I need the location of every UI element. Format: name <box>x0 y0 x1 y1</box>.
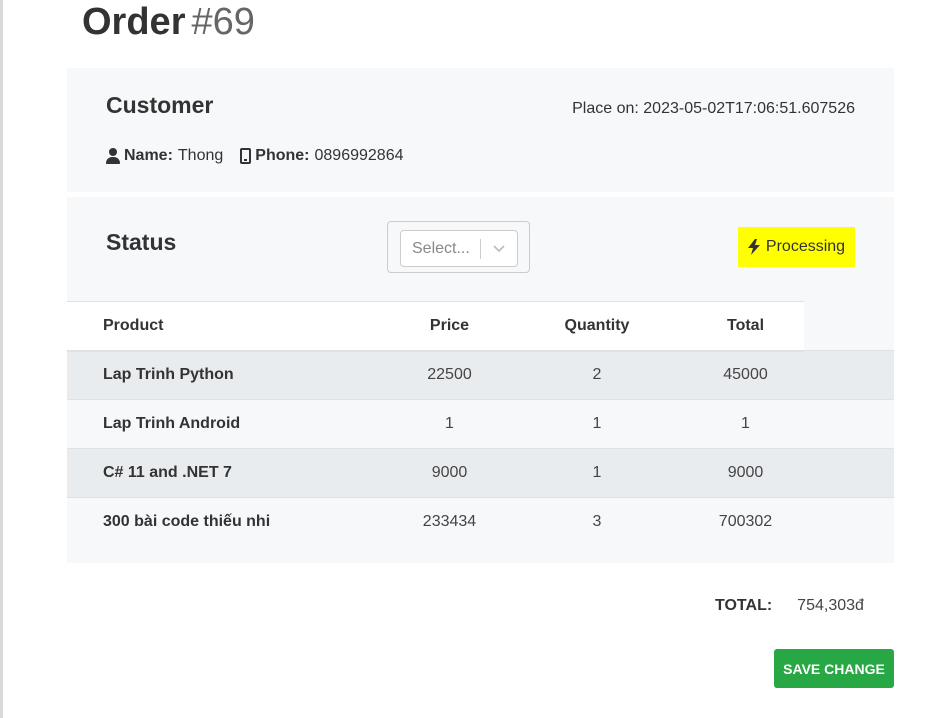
product-price: 233434 <box>392 497 507 547</box>
order-items-table: Product Price Quantity Total Lap Trinh P… <box>67 301 894 547</box>
customer-info: Name: Thong Phone: 0896992864 <box>106 147 403 165</box>
product-price: 9000 <box>392 448 507 498</box>
product-quantity: 1 <box>507 399 687 449</box>
column-header-quantity: Quantity <box>507 301 687 352</box>
bolt-icon <box>747 239 760 255</box>
page-title-text: Order <box>82 1 186 43</box>
user-icon <box>106 148 120 164</box>
product-total: 45000 <box>687 350 804 400</box>
customer-phone-value: 0896992864 <box>314 147 404 164</box>
customer-name-label: Name: <box>124 147 173 164</box>
product-name: Lap Trinh Android <box>67 399 392 449</box>
customer-phone-label: Phone: <box>255 147 310 164</box>
table-row: Lap Trinh Python 22500 2 45000 <box>67 350 894 400</box>
status-select[interactable]: Select... <box>400 230 518 267</box>
table-row: Lap Trinh Android 1 1 1 <box>67 399 894 449</box>
select-separator <box>480 239 481 259</box>
product-name: 300 bài code thiếu nhi <box>67 497 392 547</box>
column-header-total: Total <box>687 301 804 352</box>
mobile-phone-icon <box>240 148 252 164</box>
customer-name-value: Thong <box>177 147 224 164</box>
status-select-placeholder: Select... <box>412 239 470 257</box>
placed-on-date: Place on: 2023-05-02T17:06:51.607526 <box>572 100 855 117</box>
table-header-row: Product Price Quantity Total <box>67 301 894 352</box>
status-badge-label: Processing <box>765 238 846 255</box>
order-total-label: TOTAL: <box>715 597 773 614</box>
column-header-product: Product <box>67 301 392 352</box>
column-header-spacer <box>804 301 894 351</box>
status-badge: Processing <box>738 227 855 267</box>
order-total-value: 754,303đ <box>797 597 864 614</box>
product-quantity: 2 <box>507 350 687 400</box>
table-row: 300 bài code thiếu nhi 233434 3 700302 <box>67 497 894 547</box>
customer-heading: Customer <box>106 92 214 118</box>
product-quantity: 3 <box>507 497 687 547</box>
product-name: Lap Trinh Python <box>67 350 392 400</box>
status-card: Status Select... Processing Product Pric… <box>67 197 894 563</box>
product-total: 700302 <box>687 497 804 547</box>
product-total: 9000 <box>687 448 804 498</box>
customer-card: Customer Place on: 2023-05-02T17:06:51.6… <box>67 68 894 192</box>
status-heading: Status <box>106 229 177 255</box>
product-name: C# 11 and .NET 7 <box>67 448 392 498</box>
chevron-down-icon[interactable] <box>492 241 506 255</box>
product-total: 1 <box>687 399 804 449</box>
column-header-price: Price <box>392 301 507 352</box>
page-title: Order #69 <box>82 0 255 44</box>
window-left-border <box>0 0 3 718</box>
table-row: C# 11 and .NET 7 9000 1 9000 <box>67 448 894 498</box>
product-price: 22500 <box>392 350 507 400</box>
order-number: #69 <box>191 1 255 43</box>
product-price: 1 <box>392 399 507 449</box>
status-select-container: Select... <box>387 221 530 273</box>
save-change-button[interactable]: SAVE CHANGE <box>774 649 894 688</box>
order-total: TOTAL: 754,303đ <box>715 597 864 615</box>
product-quantity: 1 <box>507 448 687 498</box>
